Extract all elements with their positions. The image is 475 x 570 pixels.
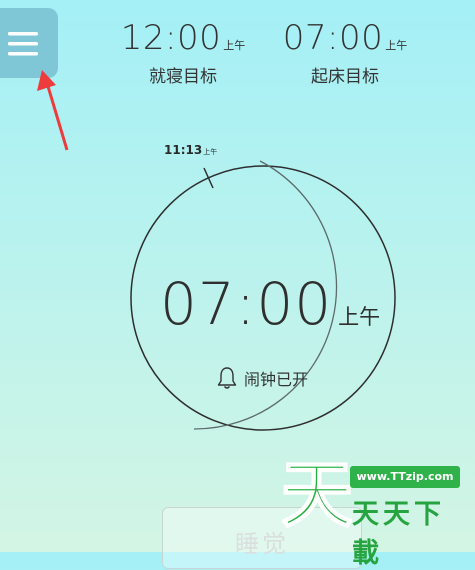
sleep-target-ampm: 上午 <box>223 39 246 52</box>
watermark-big-glyph: 天 <box>282 453 352 530</box>
marker-ampm: 上午 <box>203 148 218 156</box>
watermark-logo: 天 <box>282 452 352 530</box>
alarm-status-text: 闹钟已开 <box>244 370 309 389</box>
bedtime-marker[interactable] <box>203 167 214 189</box>
wake-target-ampm: 上午 <box>385 39 408 52</box>
sleep-target[interactable]: 12:00 上午 就寝目标 <box>108 18 258 87</box>
watermark-text: 天天下載 <box>352 499 445 569</box>
sleep-target-time: 12:00 <box>120 18 222 58</box>
alarm-ampm: 上午 <box>338 305 381 329</box>
menu-button[interactable] <box>0 8 58 78</box>
hamburger-icon <box>8 32 38 56</box>
bell-icon <box>217 367 237 389</box>
watermark-url: www.TTzip.com <box>350 466 460 488</box>
sleep-target-label: 就寝目标 <box>149 67 217 87</box>
alarm-time: 07:00 <box>160 270 333 338</box>
wake-target[interactable]: 07:00 上午 起床目标 <box>270 18 420 87</box>
marker-time: 11:13 <box>164 143 203 157</box>
wake-target-label: 起床目标 <box>311 67 379 87</box>
marker-time-label: 11:13 上午 <box>164 143 217 157</box>
alarm-time-display[interactable]: 07:00 上午 <box>160 270 380 338</box>
wake-target-time: 07:00 <box>282 18 384 58</box>
sleep-button-label: 睡觉 <box>235 530 289 558</box>
alarm-status[interactable]: 闹钟已开 <box>216 366 308 390</box>
